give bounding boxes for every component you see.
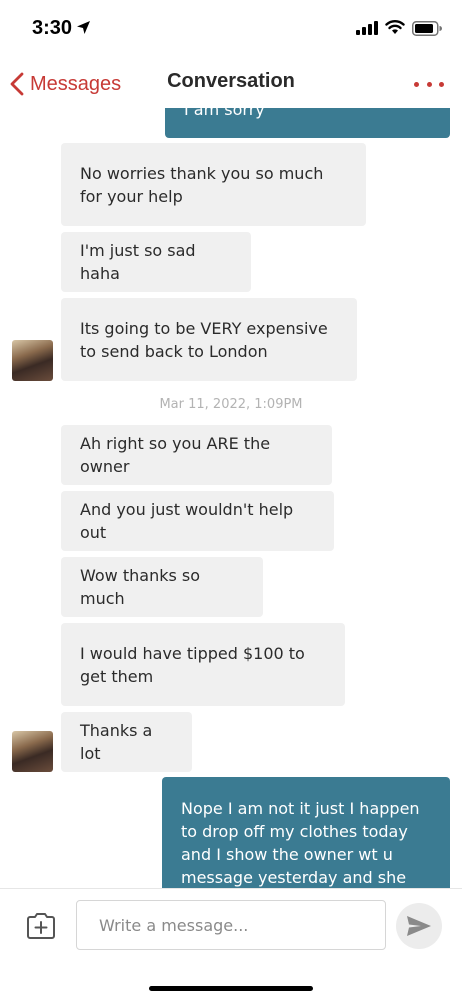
send-icon <box>407 916 431 936</box>
status-bar: 3:30 <box>0 0 462 58</box>
nav-bar: Messages Conversation <box>0 58 462 108</box>
avatar[interactable] <box>12 340 53 381</box>
back-button[interactable]: Messages <box>10 70 121 98</box>
message-timestamp: Mar 11, 2022, 1:09PM <box>159 397 303 412</box>
message-input[interactable] <box>76 900 386 950</box>
battery-icon <box>412 21 442 36</box>
send-button[interactable] <box>396 903 442 949</box>
message-incoming: Ah right so you ARE the owner <box>61 425 332 485</box>
message-outgoing: I am sorry <box>165 108 450 138</box>
message-incoming: I'm just so sad haha <box>61 232 251 292</box>
message-composer <box>0 888 462 1001</box>
message-outgoing: Nope I am not it just I happen to drop o… <box>162 777 450 888</box>
signal-icon <box>356 21 378 35</box>
message-incoming: Wow thanks so much <box>61 557 263 617</box>
message-incoming: Its going to be VERY expensive to send b… <box>61 298 357 381</box>
attach-icon[interactable] <box>26 912 56 940</box>
home-indicator <box>149 986 313 991</box>
avatar[interactable] <box>12 731 53 772</box>
more-dots-icon[interactable] <box>414 78 444 90</box>
back-label: Messages <box>30 72 122 95</box>
message-incoming: And you just wouldn't help out <box>61 491 334 551</box>
message-incoming: No worries thank you so much for your he… <box>61 143 366 226</box>
message-list[interactable]: I am sorry No worries thank you so much … <box>0 108 462 888</box>
location-arrow-icon <box>77 21 90 34</box>
chevron-left-icon <box>10 72 24 96</box>
wifi-icon <box>385 20 405 34</box>
message-incoming: I would have tipped $100 to get them <box>61 623 345 706</box>
message-incoming: Thanks a lot <box>61 712 192 772</box>
status-time: 3:30 <box>32 17 73 39</box>
